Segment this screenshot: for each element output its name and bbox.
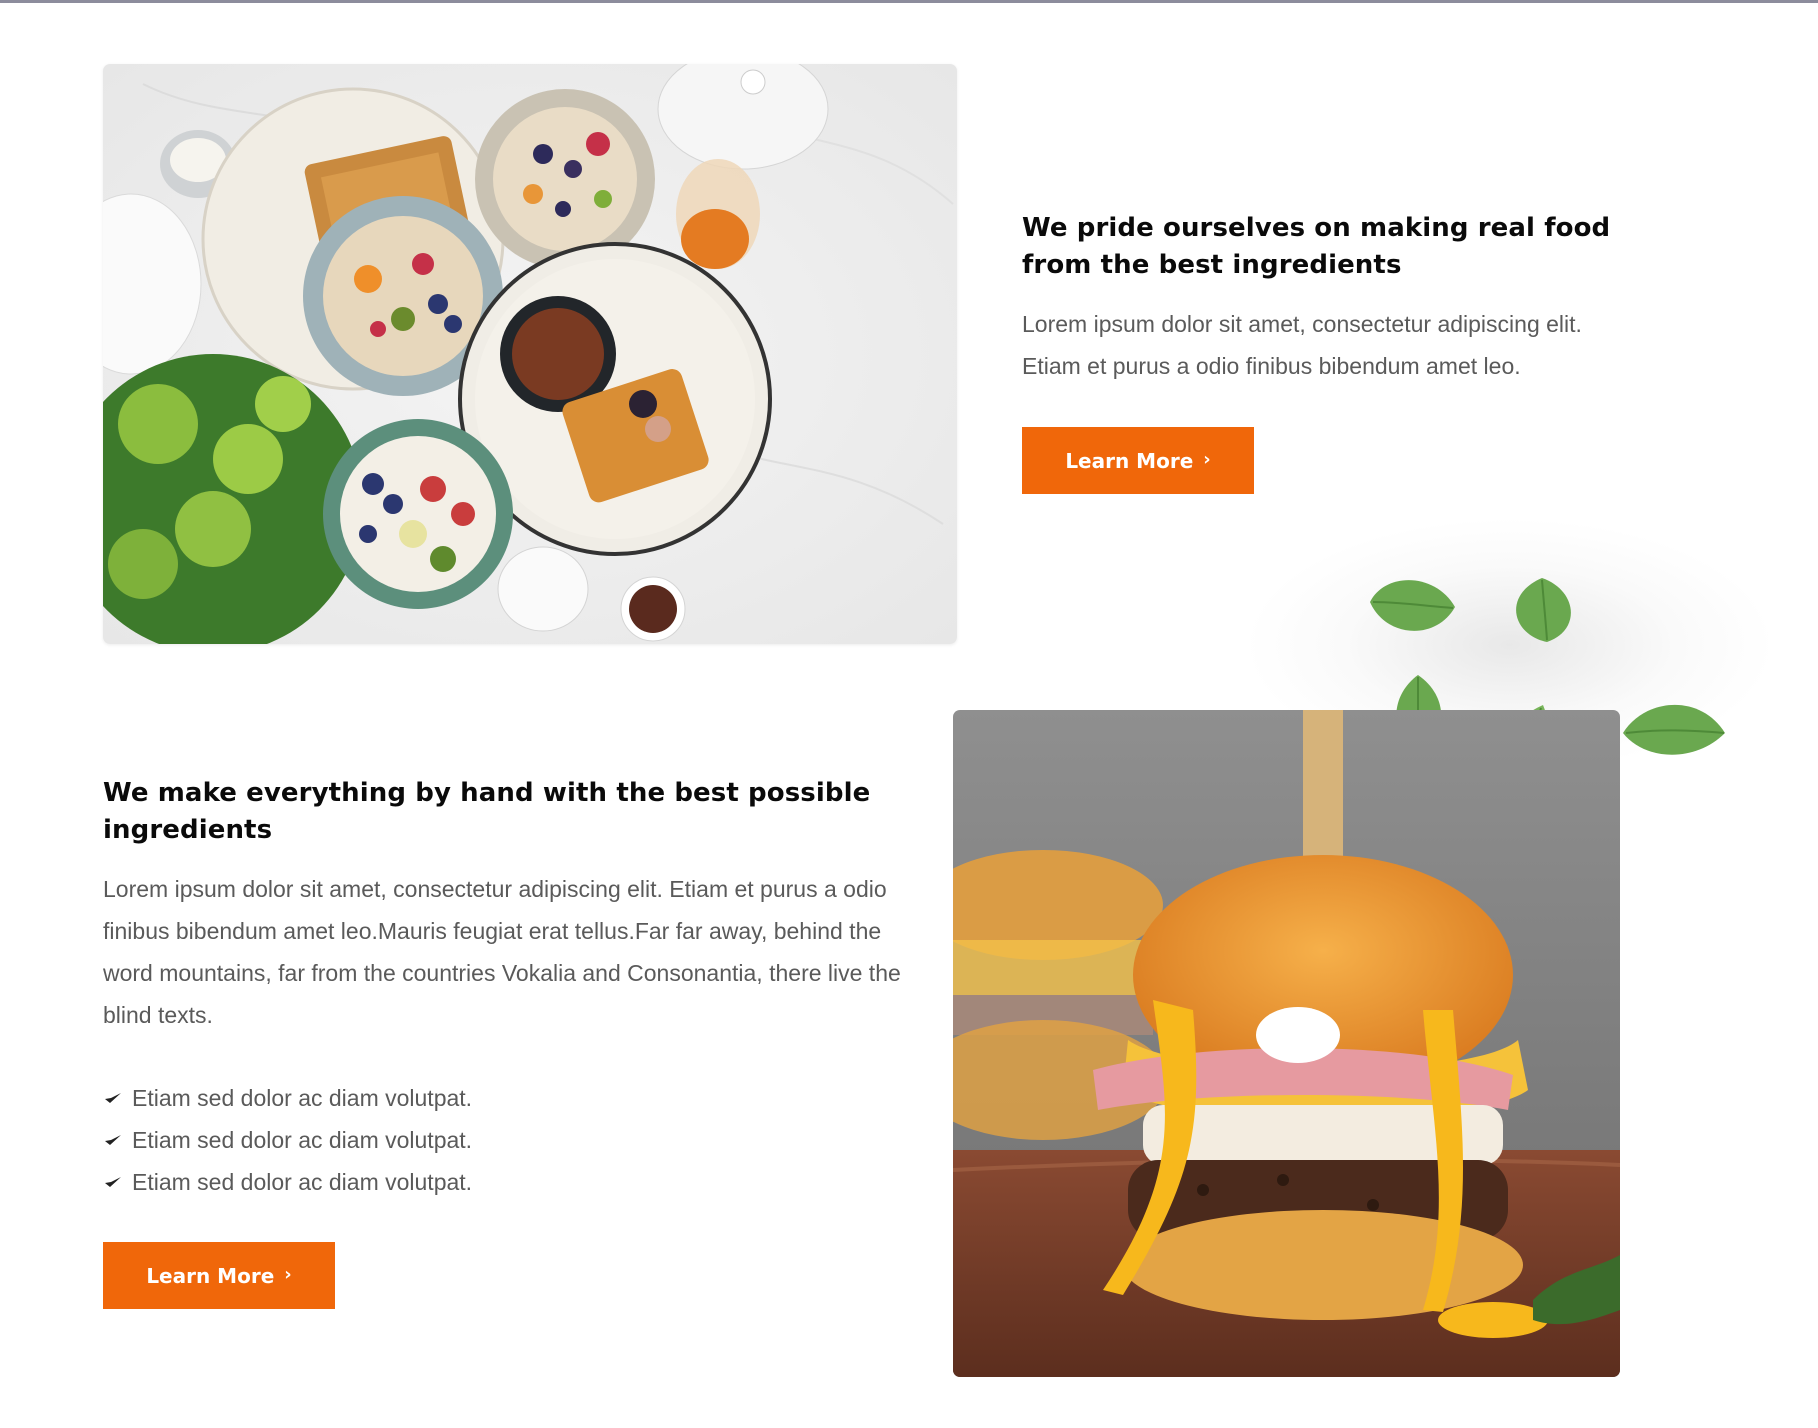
learn-more-button[interactable]: Learn More › [103, 1242, 335, 1309]
top-border [0, 0, 1818, 3]
section-two-text: We make everything by hand with the best… [103, 775, 903, 1036]
chevron-right-icon: › [284, 1264, 292, 1285]
breakfast-table-photo [103, 64, 957, 644]
section-one-text: We pride ourselves on making real food f… [1022, 210, 1642, 387]
section-one-paragraph: Lorem ipsum dolor sit amet, consectetur … [1022, 311, 1582, 379]
list-item-label: Etiam sed dolor ac diam volutpat. [132, 1084, 473, 1111]
checkmark-icon [105, 1177, 121, 1187]
list-item: Etiam sed dolor ac diam volutpat. [103, 1161, 472, 1203]
section-two-heading: We make everything by hand with the best… [103, 778, 871, 845]
learn-more-button[interactable]: Learn More › [1022, 427, 1254, 494]
list-item: Etiam sed dolor ac diam volutpat. [103, 1077, 472, 1119]
section-one-heading: We pride ourselves on making real food f… [1022, 213, 1611, 280]
mint-leaf-icon [1623, 704, 1725, 755]
chevron-right-icon: › [1203, 449, 1211, 470]
checkmark-icon [105, 1093, 121, 1103]
mint-leaf-icon [1370, 580, 1455, 631]
learn-more-label: Learn More [1065, 448, 1194, 473]
list-item: Etiam sed dolor ac diam volutpat. [103, 1119, 472, 1161]
learn-more-label: Learn More [146, 1263, 275, 1288]
burger-photo [953, 710, 1620, 1377]
checkmark-icon [105, 1135, 121, 1145]
list-item-label: Etiam sed dolor ac diam volutpat. [132, 1168, 473, 1195]
mint-leaf-icon [1516, 578, 1571, 642]
list-item-label: Etiam sed dolor ac diam volutpat. [132, 1126, 473, 1153]
section-two-paragraph: Lorem ipsum dolor sit amet, consectetur … [103, 876, 901, 1028]
feature-checklist: Etiam sed dolor ac diam volutpat. Etiam … [103, 1077, 472, 1203]
